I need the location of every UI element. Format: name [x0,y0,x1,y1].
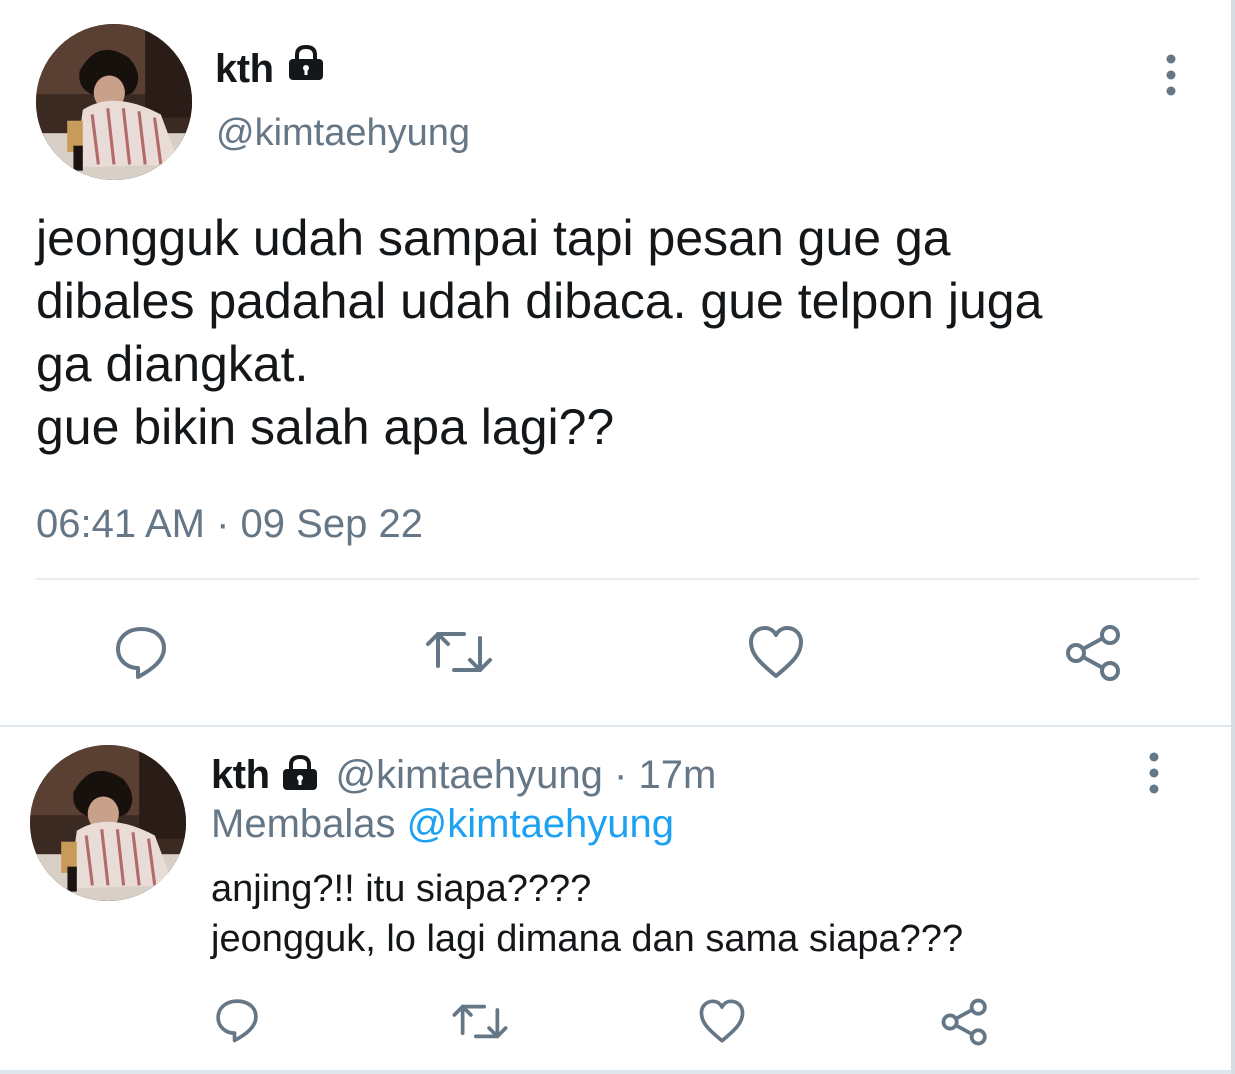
replying-prefix: Membalas [211,802,396,846]
tweet-text-line: anjing?!! itu siapa???? [211,868,592,910]
avatar-photo [30,745,186,901]
author-name-row: kth [215,44,326,93]
share-icon[interactable] [1064,624,1124,682]
share-icon[interactable] [940,998,990,1046]
like-icon[interactable] [747,624,805,680]
tweet-text-line: gue bikin salah apa lagi?? [36,399,615,455]
screen-edge [1231,0,1235,1074]
display-name[interactable]: kth [211,751,270,799]
retweet-icon[interactable] [451,1000,509,1043]
retweet-icon[interactable] [424,626,494,678]
like-icon[interactable] [698,998,746,1044]
lock-icon [286,44,326,93]
tweet-text-line: jeongguk udah sampai tapi pesan gue ga [36,210,951,266]
tweet-text: jeongguk udah sampai tapi pesan gue ga d… [36,207,1196,459]
handle-time[interactable]: @kimtaehyung · 17m [336,751,717,799]
lock-icon [280,754,320,797]
tweet-text: anjing?!! itu siapa???? jeongguk, lo lag… [211,864,963,964]
reply-icon[interactable] [113,624,169,680]
divider [36,578,1199,580]
tweet-text-line: ga diangkat. [36,336,309,392]
avatar-photo [36,24,192,180]
handle[interactable]: @kimtaehyung [216,110,470,156]
reply-author-row: kth @kimtaehyung · 17m [211,751,716,799]
tweet-thread-screen: kth @kimtaehyung jeongguk udah sampai ta… [0,0,1235,1074]
timestamp[interactable]: 06:41 AM · 09 Sep 22 [36,500,423,548]
avatar[interactable] [36,24,192,180]
more-vertical-icon[interactable] [1154,52,1188,98]
tweet-text-line: jeongguk, lo lagi dimana dan sama siapa?… [211,918,964,960]
tweet-separator [0,725,1235,727]
more-vertical-icon[interactable] [1137,750,1171,796]
mention-link[interactable]: @kimtaehyung [407,802,674,846]
tweet-text-line: dibales padahal udah dibaca. gue telpon … [36,273,1043,329]
display-name[interactable]: kth [215,45,274,93]
reply-icon[interactable] [214,997,260,1043]
replying-to: Membalas @kimtaehyung [211,800,674,848]
avatar[interactable] [30,745,186,901]
divider [0,1070,1235,1074]
